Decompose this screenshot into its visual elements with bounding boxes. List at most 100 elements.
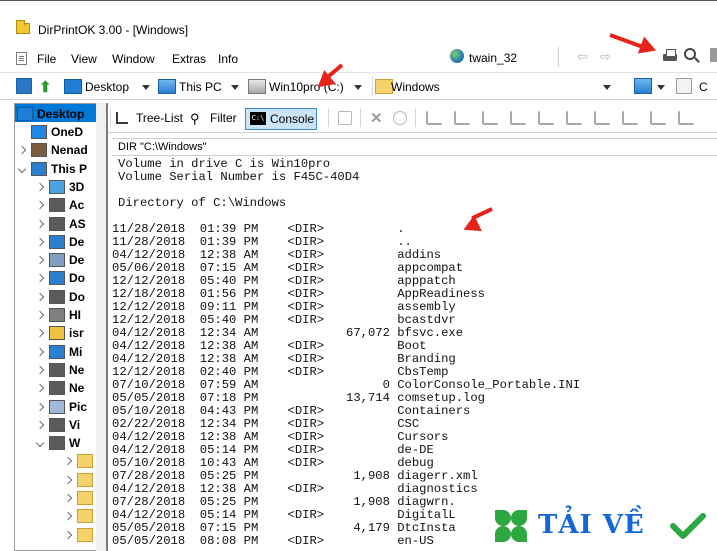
tree-item-icon [49, 417, 65, 432]
twain-source-label[interactable]: twain_32 [469, 51, 517, 65]
chevron-down-icon[interactable] [656, 77, 666, 97]
level-icon[interactable] [454, 111, 470, 125]
document-icon[interactable] [16, 52, 27, 65]
globe-icon[interactable] [450, 49, 464, 63]
chevron-down-icon[interactable] [17, 164, 27, 173]
tree-item-icon [49, 179, 65, 194]
tree-item-icon [49, 362, 65, 377]
chevron-right-icon[interactable] [35, 182, 45, 192]
level-icon[interactable] [510, 111, 526, 125]
panel-toggle-icon[interactable] [16, 78, 32, 94]
tree-item-icon [31, 143, 47, 158]
tree-item-icon [49, 381, 65, 396]
breadcrumb-this-pc-label: This PC [179, 80, 222, 94]
chevron-right-icon[interactable] [35, 274, 45, 283]
desktop-icon [17, 107, 33, 121]
chevron-down-icon[interactable] [142, 85, 150, 90]
breadcrumb-folder[interactable]: Windows [372, 77, 616, 97]
level-icon[interactable] [678, 111, 694, 125]
checkmark-icon [670, 513, 706, 539]
console-icon: C:\ [250, 112, 266, 125]
tree-item-label: Do [69, 289, 85, 304]
chevron-right-icon[interactable] [35, 347, 45, 356]
level-icon[interactable] [482, 111, 498, 125]
tree-item-icon [49, 253, 65, 268]
chevron-down-icon[interactable] [354, 85, 362, 90]
breadcrumb-this-pc[interactable]: This PC [158, 77, 242, 97]
title-bar[interactable]: DirPrintOK 3.00 - [Windows] [0, 0, 717, 37]
chevron-right-icon[interactable] [35, 329, 45, 338]
partial-toolbar-icon[interactable] [710, 48, 717, 62]
chevron-down-icon[interactable] [603, 85, 611, 90]
breadcrumb-folder-label: Windows [391, 80, 440, 94]
level-icon[interactable] [622, 111, 638, 125]
breadcrumb-drive[interactable]: Win10pro (C:) [248, 77, 366, 97]
menu-window[interactable]: Window [112, 52, 155, 66]
breadcrumb-desktop[interactable]: Desktop [64, 77, 152, 97]
toolbar-separator [415, 109, 416, 127]
tree-item-label: De [69, 234, 85, 249]
printer-icon[interactable] [662, 49, 678, 63]
filter-icon: ⚲ [190, 111, 200, 126]
stop-icon[interactable] [393, 111, 407, 125]
tree-item-icon [49, 399, 65, 414]
list-view-icon[interactable] [676, 78, 692, 94]
level-icon[interactable] [650, 111, 666, 125]
chevron-right-icon[interactable] [17, 146, 27, 155]
tree-scrollbar[interactable] [96, 103, 106, 551]
back-arrow-icon[interactable]: ⇦ [577, 49, 588, 65]
folder-icon [77, 527, 93, 542]
menu-view[interactable]: View [71, 52, 97, 66]
menu-file[interactable]: File [37, 52, 56, 66]
chevron-right-icon[interactable] [35, 255, 45, 265]
level-icon[interactable] [566, 111, 582, 125]
tree-item-icon [49, 344, 65, 359]
level-icon[interactable] [538, 111, 554, 125]
chevron-right-icon[interactable] [63, 475, 73, 484]
chevron-right-icon[interactable] [35, 402, 45, 411]
tree-item-icon [49, 308, 65, 322]
forward-arrow-icon[interactable]: ⇨ [600, 49, 611, 65]
chevron-right-icon[interactable] [35, 365, 45, 375]
chevron-right-icon[interactable] [63, 457, 73, 466]
tree-item-label: W [69, 436, 81, 451]
chevron-right-icon[interactable] [35, 219, 45, 228]
chevron-right-icon[interactable] [63, 493, 73, 503]
tab-tree-list[interactable]: Tree-List [114, 108, 184, 130]
magnifier-icon[interactable] [684, 48, 696, 60]
chevron-right-icon[interactable] [35, 420, 45, 430]
chevron-down-icon[interactable] [35, 438, 45, 448]
tree-item-label: Pic [69, 399, 88, 414]
address-bar: ⬆ Desktop This PC Win10pro (C:) Windows … [0, 72, 717, 100]
chevron-right-icon[interactable] [35, 200, 45, 210]
clover-logo-icon [493, 508, 529, 544]
tree-item-label: isr [69, 326, 84, 341]
menu-info[interactable]: Info [218, 52, 238, 66]
chevron-right-icon[interactable] [35, 237, 45, 247]
folder-icon [77, 472, 93, 487]
tab-console[interactable]: C:\ Console [245, 108, 317, 130]
tree-item-icon [49, 216, 65, 231]
refresh-icon[interactable] [338, 111, 352, 125]
window-title: DirPrintOK 3.00 - [Windows] [38, 23, 189, 37]
up-folder-icon[interactable]: ⬆ [39, 78, 55, 96]
right-partial-crumb[interactable]: C [697, 77, 717, 97]
tree-item-label: De [69, 253, 85, 268]
chevron-right-icon[interactable] [63, 530, 73, 539]
chevron-right-icon[interactable] [35, 383, 45, 393]
tab-filter[interactable]: ⚲ Filter [188, 108, 244, 130]
toolbar-separator [558, 47, 559, 67]
monitor-icon[interactable] [634, 78, 652, 94]
folder-tree[interactable]: Desktop OneD Nenad This P 3D Ac AS De De Do Do HI i… [14, 103, 108, 551]
chevron-down-icon[interactable] [231, 85, 239, 90]
menu-extras[interactable]: Extras [172, 52, 206, 66]
command-path-bar: DIR "C:\Windows" [112, 138, 717, 156]
console-output[interactable]: Volume in drive C is Win10pro Volume Seri… [112, 158, 717, 551]
level-icon[interactable] [594, 111, 610, 125]
watermark-text: TẢI VỀ [538, 510, 645, 540]
close-icon[interactable]: ✕ [370, 109, 383, 127]
level-icon[interactable] [426, 111, 442, 125]
chevron-right-icon[interactable] [63, 512, 73, 521]
chevron-right-icon[interactable] [35, 310, 45, 320]
chevron-right-icon[interactable] [35, 292, 45, 301]
